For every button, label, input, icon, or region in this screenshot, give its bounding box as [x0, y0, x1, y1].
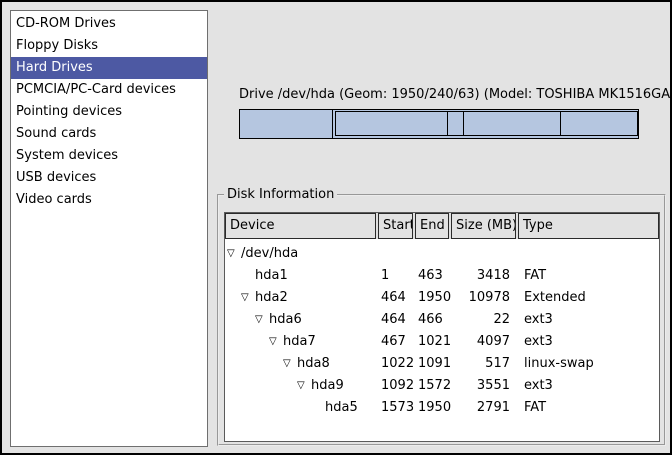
drive-title: Drive /dev/hda (Geom: 1950/240/63) (Mode…: [239, 87, 672, 102]
device-name: hda7: [283, 331, 316, 353]
sidebar-item-hard-drives[interactable]: Hard Drives: [11, 57, 207, 79]
hardware-browser-window: CD-ROM Drives Floppy Disks Hard Drives P…: [0, 0, 672, 455]
table-body: ▽ /dev/hda ▽ hda1 1 463 3418 FAT: [225, 239, 659, 419]
column-header-end[interactable]: End: [415, 213, 449, 239]
expander-icon[interactable]: ▽: [241, 287, 255, 309]
device-name: hda2: [255, 287, 288, 309]
partition-bar: [239, 109, 639, 139]
expander-icon[interactable]: ▽: [227, 243, 241, 265]
table-row-hda1[interactable]: ▽ hda1 1 463 3418 FAT: [225, 265, 659, 287]
device-category-list: CD-ROM Drives Floppy Disks Hard Drives P…: [10, 10, 208, 447]
sidebar-item-cdrom-drives[interactable]: CD-ROM Drives: [11, 13, 207, 35]
column-header-device[interactable]: Device: [225, 213, 376, 239]
device-name: hda1: [255, 265, 288, 287]
sidebar-item-sound-cards[interactable]: Sound cards: [11, 123, 207, 145]
device-name: hda6: [269, 309, 302, 331]
expander-icon[interactable]: ▽: [255, 309, 269, 331]
expander-icon[interactable]: ▽: [283, 353, 297, 375]
device-name: /dev/hda: [241, 243, 298, 265]
partition-segment-hda1: [240, 110, 333, 138]
device-name: hda5: [325, 397, 358, 419]
table-row-hda8[interactable]: ▽ hda8 1022 1091 517 linux-swap: [225, 353, 659, 375]
sidebar-item-pointing-devices[interactable]: Pointing devices: [11, 101, 207, 123]
sidebar-item-pcmcia-devices[interactable]: PCMCIA/PC-Card devices: [11, 79, 207, 101]
disk-information-label: Disk Information: [224, 187, 337, 202]
column-header-size[interactable]: Size (MB): [451, 213, 516, 239]
sidebar-item-system-devices[interactable]: System devices: [11, 145, 207, 167]
column-header-start[interactable]: Start: [378, 213, 413, 239]
table-row-hda2[interactable]: ▽ hda2 464 1950 10978 Extended: [225, 287, 659, 309]
partition-segment-hda8: [448, 112, 464, 135]
sidebar-item-video-cards[interactable]: Video cards: [11, 189, 207, 211]
partition-segment-hda7: [336, 112, 448, 135]
table-row-hda5[interactable]: ▽ hda5 1573 1950 2791 FAT: [225, 397, 659, 419]
sidebar-item-floppy-disks[interactable]: Floppy Disks: [11, 35, 207, 57]
table-row-hda7[interactable]: ▽ hda7 467 1021 4097 ext3: [225, 331, 659, 353]
device-name: hda9: [311, 375, 344, 397]
table-row-hda9[interactable]: ▽ hda9 1092 1572 3551 ext3: [225, 375, 659, 397]
partition-segment-hda5: [561, 112, 637, 135]
sidebar-item-usb-devices[interactable]: USB devices: [11, 167, 207, 189]
column-header-type[interactable]: Type: [518, 213, 659, 239]
table-row-dev-hda[interactable]: ▽ /dev/hda: [225, 243, 659, 265]
partition-segment-hda2-extended: [335, 111, 638, 136]
table-header-row: Device Start End Size (MB) Type: [225, 213, 659, 239]
expander-icon[interactable]: ▽: [269, 331, 283, 353]
expander-icon[interactable]: ▽: [297, 375, 311, 397]
device-name: hda8: [297, 353, 330, 375]
partition-segment-hda9: [464, 112, 561, 135]
partition-table: Device Start End Size (MB) Type ▽ /dev/h…: [224, 212, 660, 442]
table-row-hda6[interactable]: ▽ hda6 464 466 22 ext3: [225, 309, 659, 331]
